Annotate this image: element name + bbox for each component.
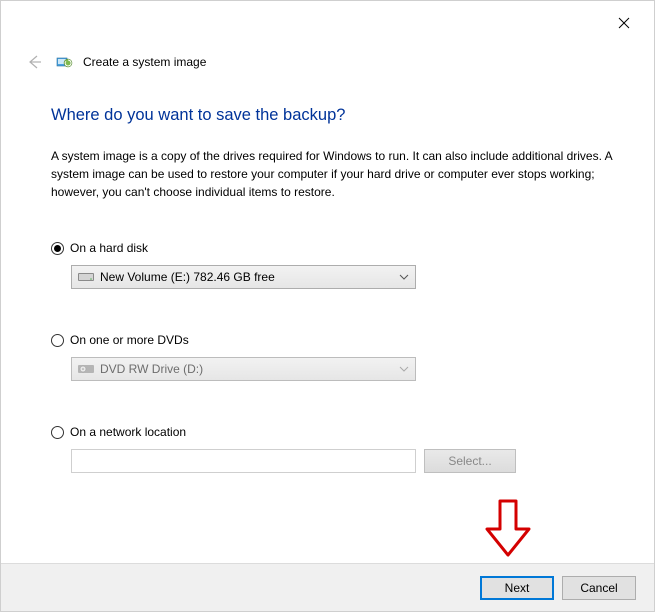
option-network: On a network location Select... — [51, 425, 614, 473]
option-dvd: On one or more DVDs DVD RW Drive (D:) — [51, 333, 614, 381]
label-dvd[interactable]: On one or more DVDs — [70, 333, 189, 347]
system-image-icon — [55, 53, 73, 71]
label-hard-disk[interactable]: On a hard disk — [70, 241, 148, 255]
dvd-drive-icon — [78, 363, 94, 375]
radio-dvd[interactable] — [51, 334, 64, 347]
hard-drive-icon — [78, 271, 94, 283]
header: Create a system image — [23, 51, 634, 73]
cancel-button[interactable]: Cancel — [562, 576, 636, 600]
dropdown-hard-disk-value: New Volume (E:) 782.46 GB free — [100, 270, 275, 284]
radio-network[interactable] — [51, 426, 64, 439]
dropdown-dvd[interactable]: DVD RW Drive (D:) — [71, 357, 416, 381]
footer: Next Cancel — [1, 563, 654, 611]
titlebar — [1, 1, 654, 41]
description-text: A system image is a copy of the drives r… — [51, 147, 614, 201]
network-path-field[interactable] — [71, 449, 416, 473]
question-heading: Where do you want to save the backup? — [51, 106, 614, 125]
back-arrow-icon — [25, 53, 43, 71]
close-icon — [618, 17, 630, 29]
content: Where do you want to save the backup? A … — [51, 96, 614, 517]
chevron-down-icon — [399, 274, 409, 280]
select-button: Select... — [424, 449, 516, 473]
option-hard-disk: On a hard disk New Volume (E:) 782.46 GB… — [51, 241, 614, 289]
close-button[interactable] — [616, 15, 632, 31]
dropdown-hard-disk[interactable]: New Volume (E:) 782.46 GB free — [71, 265, 416, 289]
next-button[interactable]: Next — [480, 576, 554, 600]
label-network[interactable]: On a network location — [70, 425, 186, 439]
chevron-down-icon — [399, 366, 409, 372]
page-title: Create a system image — [83, 55, 206, 69]
dropdown-dvd-value: DVD RW Drive (D:) — [100, 362, 203, 376]
back-button[interactable] — [23, 51, 45, 73]
radio-hard-disk[interactable] — [51, 242, 64, 255]
